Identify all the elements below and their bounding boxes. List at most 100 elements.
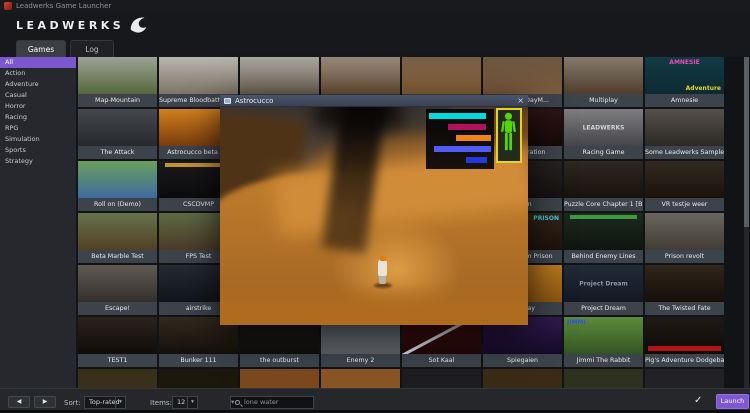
sidebar-item-action[interactable]: Action xyxy=(0,68,76,79)
tab-log[interactable]: Log xyxy=(70,40,114,57)
tab-bar: Games Log xyxy=(0,38,750,57)
leadwerks-claw-icon xyxy=(128,14,150,40)
game-title: Bunker 111 xyxy=(159,354,238,367)
game-title: Map-Mountain xyxy=(78,94,157,107)
game-tile-partial[interactable] xyxy=(321,369,400,388)
game-preview-modal: Astrocucco × xyxy=(220,95,528,325)
grid-scrollbar[interactable] xyxy=(744,57,749,388)
hud-bar xyxy=(434,146,491,152)
game-thumbnail xyxy=(240,57,319,94)
astronaut-backpack xyxy=(380,256,386,261)
footer-toolbar: ◀ ▶ Sort: Top-rated ▾ Items: 12 ▾ lone w… xyxy=(0,388,750,410)
sidebar-item-horror[interactable]: Horror xyxy=(0,101,76,112)
search-input[interactable]: lone water xyxy=(244,397,279,408)
game-tile[interactable]: Roll on (Demo) xyxy=(78,161,157,211)
game-thumbnail xyxy=(78,213,157,250)
game-tile[interactable]: Escape! xyxy=(78,265,157,315)
sidebar-item-rpg[interactable]: RPG xyxy=(0,123,76,134)
check-icon: ✓ xyxy=(694,395,702,406)
game-title: Some Leadwerks Samples xyxy=(645,146,724,159)
game-tile-partial[interactable] xyxy=(240,369,319,388)
game-title: Jimmi The Rabbit xyxy=(564,354,643,367)
items-dropdown[interactable]: 12 ▾ xyxy=(172,396,198,409)
chevron-down-icon: ▾ xyxy=(115,397,125,408)
game-thumbnail xyxy=(564,213,643,250)
launch-button[interactable]: Launch xyxy=(716,394,749,409)
game-thumbnail xyxy=(645,213,724,250)
game-tile-partial[interactable] xyxy=(483,369,562,388)
hud-status-bars xyxy=(426,109,494,169)
titlebar: Leadwerks Game Launcher xyxy=(0,0,750,13)
next-page-button[interactable]: ▶ xyxy=(34,396,56,408)
game-tile-partial[interactable] xyxy=(78,369,157,388)
game-tile-partial[interactable] xyxy=(159,369,238,388)
game-title: Pig's Adventure Dodgeball xyxy=(645,354,724,367)
modal-window-icon xyxy=(224,98,231,104)
sidebar-item-racing[interactable]: Racing xyxy=(0,112,76,123)
sidebar-item-all[interactable]: All xyxy=(0,57,76,68)
sidebar-item-casual[interactable]: Casual xyxy=(0,90,76,101)
game-tile[interactable]: Map-Mountain xyxy=(78,57,157,107)
game-title: Beta Marble Test xyxy=(78,250,157,263)
tab-games[interactable]: Games xyxy=(16,40,66,57)
game-tile[interactable]: Some Leadwerks Samples xyxy=(645,109,724,159)
game-title: The Attack xyxy=(78,146,157,159)
game-tile[interactable]: Prison revolt xyxy=(645,213,724,263)
game-title: the outburst xyxy=(240,354,319,367)
hud-bar xyxy=(448,124,486,130)
prev-page-button[interactable]: ◀ xyxy=(8,396,30,408)
game-title: Escape! xyxy=(78,302,157,315)
game-tile[interactable]: Pig's Adventure Dodgeball xyxy=(645,317,724,367)
game-title: Prison revolt xyxy=(645,250,724,263)
game-tile-partial[interactable] xyxy=(564,369,643,388)
game-tile-partial[interactable] xyxy=(402,369,481,388)
game-tile[interactable]: Beta Marble Test xyxy=(78,213,157,263)
category-sidebar: AllActionAdventureCasualHorrorRacingRPGS… xyxy=(0,57,76,388)
game-tile[interactable]: The Attack xyxy=(78,109,157,159)
game-thumbnail xyxy=(645,109,724,146)
thumbnail-overlay-text: Adventure xyxy=(645,85,724,92)
game-tile[interactable]: LEADWERKSRacing Game xyxy=(564,109,643,159)
game-tile[interactable]: Puzzle Core Chapter 1 [BETA] xyxy=(564,161,643,211)
game-tile-partial[interactable] xyxy=(645,369,724,388)
game-title: Spiegaien xyxy=(483,354,562,367)
game-tile[interactable]: JIMMI Jimmi The Rabbit xyxy=(564,317,643,367)
close-icon[interactable]: × xyxy=(517,96,524,105)
sidebar-item-sports[interactable]: Sports xyxy=(0,145,76,156)
thumbnail-overlay-text: AMNESIE xyxy=(645,59,724,66)
modal-title: Astrocucco xyxy=(235,97,273,105)
game-thumbnail xyxy=(645,317,724,354)
game-thumbnail xyxy=(159,57,238,94)
game-title: Project Dream xyxy=(564,302,643,315)
game-thumbnail: JIMMI xyxy=(564,317,643,354)
search-combobox[interactable]: lone water ▾ xyxy=(230,396,314,409)
thumbnail-decoration xyxy=(648,346,721,351)
window-title: Leadwerks Game Launcher xyxy=(16,2,111,10)
game-thumbnail xyxy=(78,57,157,94)
thumbnail-decoration xyxy=(570,215,636,219)
game-tile[interactable]: Multiplay xyxy=(564,57,643,107)
suit-figure-icon xyxy=(499,111,518,158)
game-tile[interactable]: TEST1 xyxy=(78,317,157,367)
app-icon xyxy=(4,2,12,10)
game-tile[interactable]: Project DreamProject Dream xyxy=(564,265,643,315)
game-thumbnail xyxy=(483,57,562,94)
game-thumbnail xyxy=(402,57,481,94)
game-tile[interactable]: The Twisted Fate xyxy=(645,265,724,315)
sidebar-item-adventure[interactable]: Adventure xyxy=(0,79,76,90)
sort-dropdown[interactable]: Top-rated ▾ xyxy=(84,396,126,409)
game-tile[interactable]: VR testje weer xyxy=(645,161,724,211)
game-title: Sot Kaal xyxy=(402,354,481,367)
game-thumbnail xyxy=(564,161,643,198)
modal-titlebar[interactable]: Astrocucco × xyxy=(220,95,528,107)
header: LEADWERKS xyxy=(0,13,750,38)
game-thumbnail: AMNESIE Adventure xyxy=(645,57,724,94)
game-title: Amnesie xyxy=(645,94,724,107)
sidebar-item-simulation[interactable]: Simulation xyxy=(0,134,76,145)
game-tile[interactable]: AMNESIE Adventure Amnesie xyxy=(645,57,724,107)
sidebar-item-strategy[interactable]: Strategy xyxy=(0,156,76,167)
astronaut xyxy=(378,259,387,276)
game-tile[interactable]: Behind Enemy Lines xyxy=(564,213,643,263)
thumbnail-overlay-text: JIMMI xyxy=(564,319,643,326)
scrollbar-thumb[interactable] xyxy=(744,57,749,227)
